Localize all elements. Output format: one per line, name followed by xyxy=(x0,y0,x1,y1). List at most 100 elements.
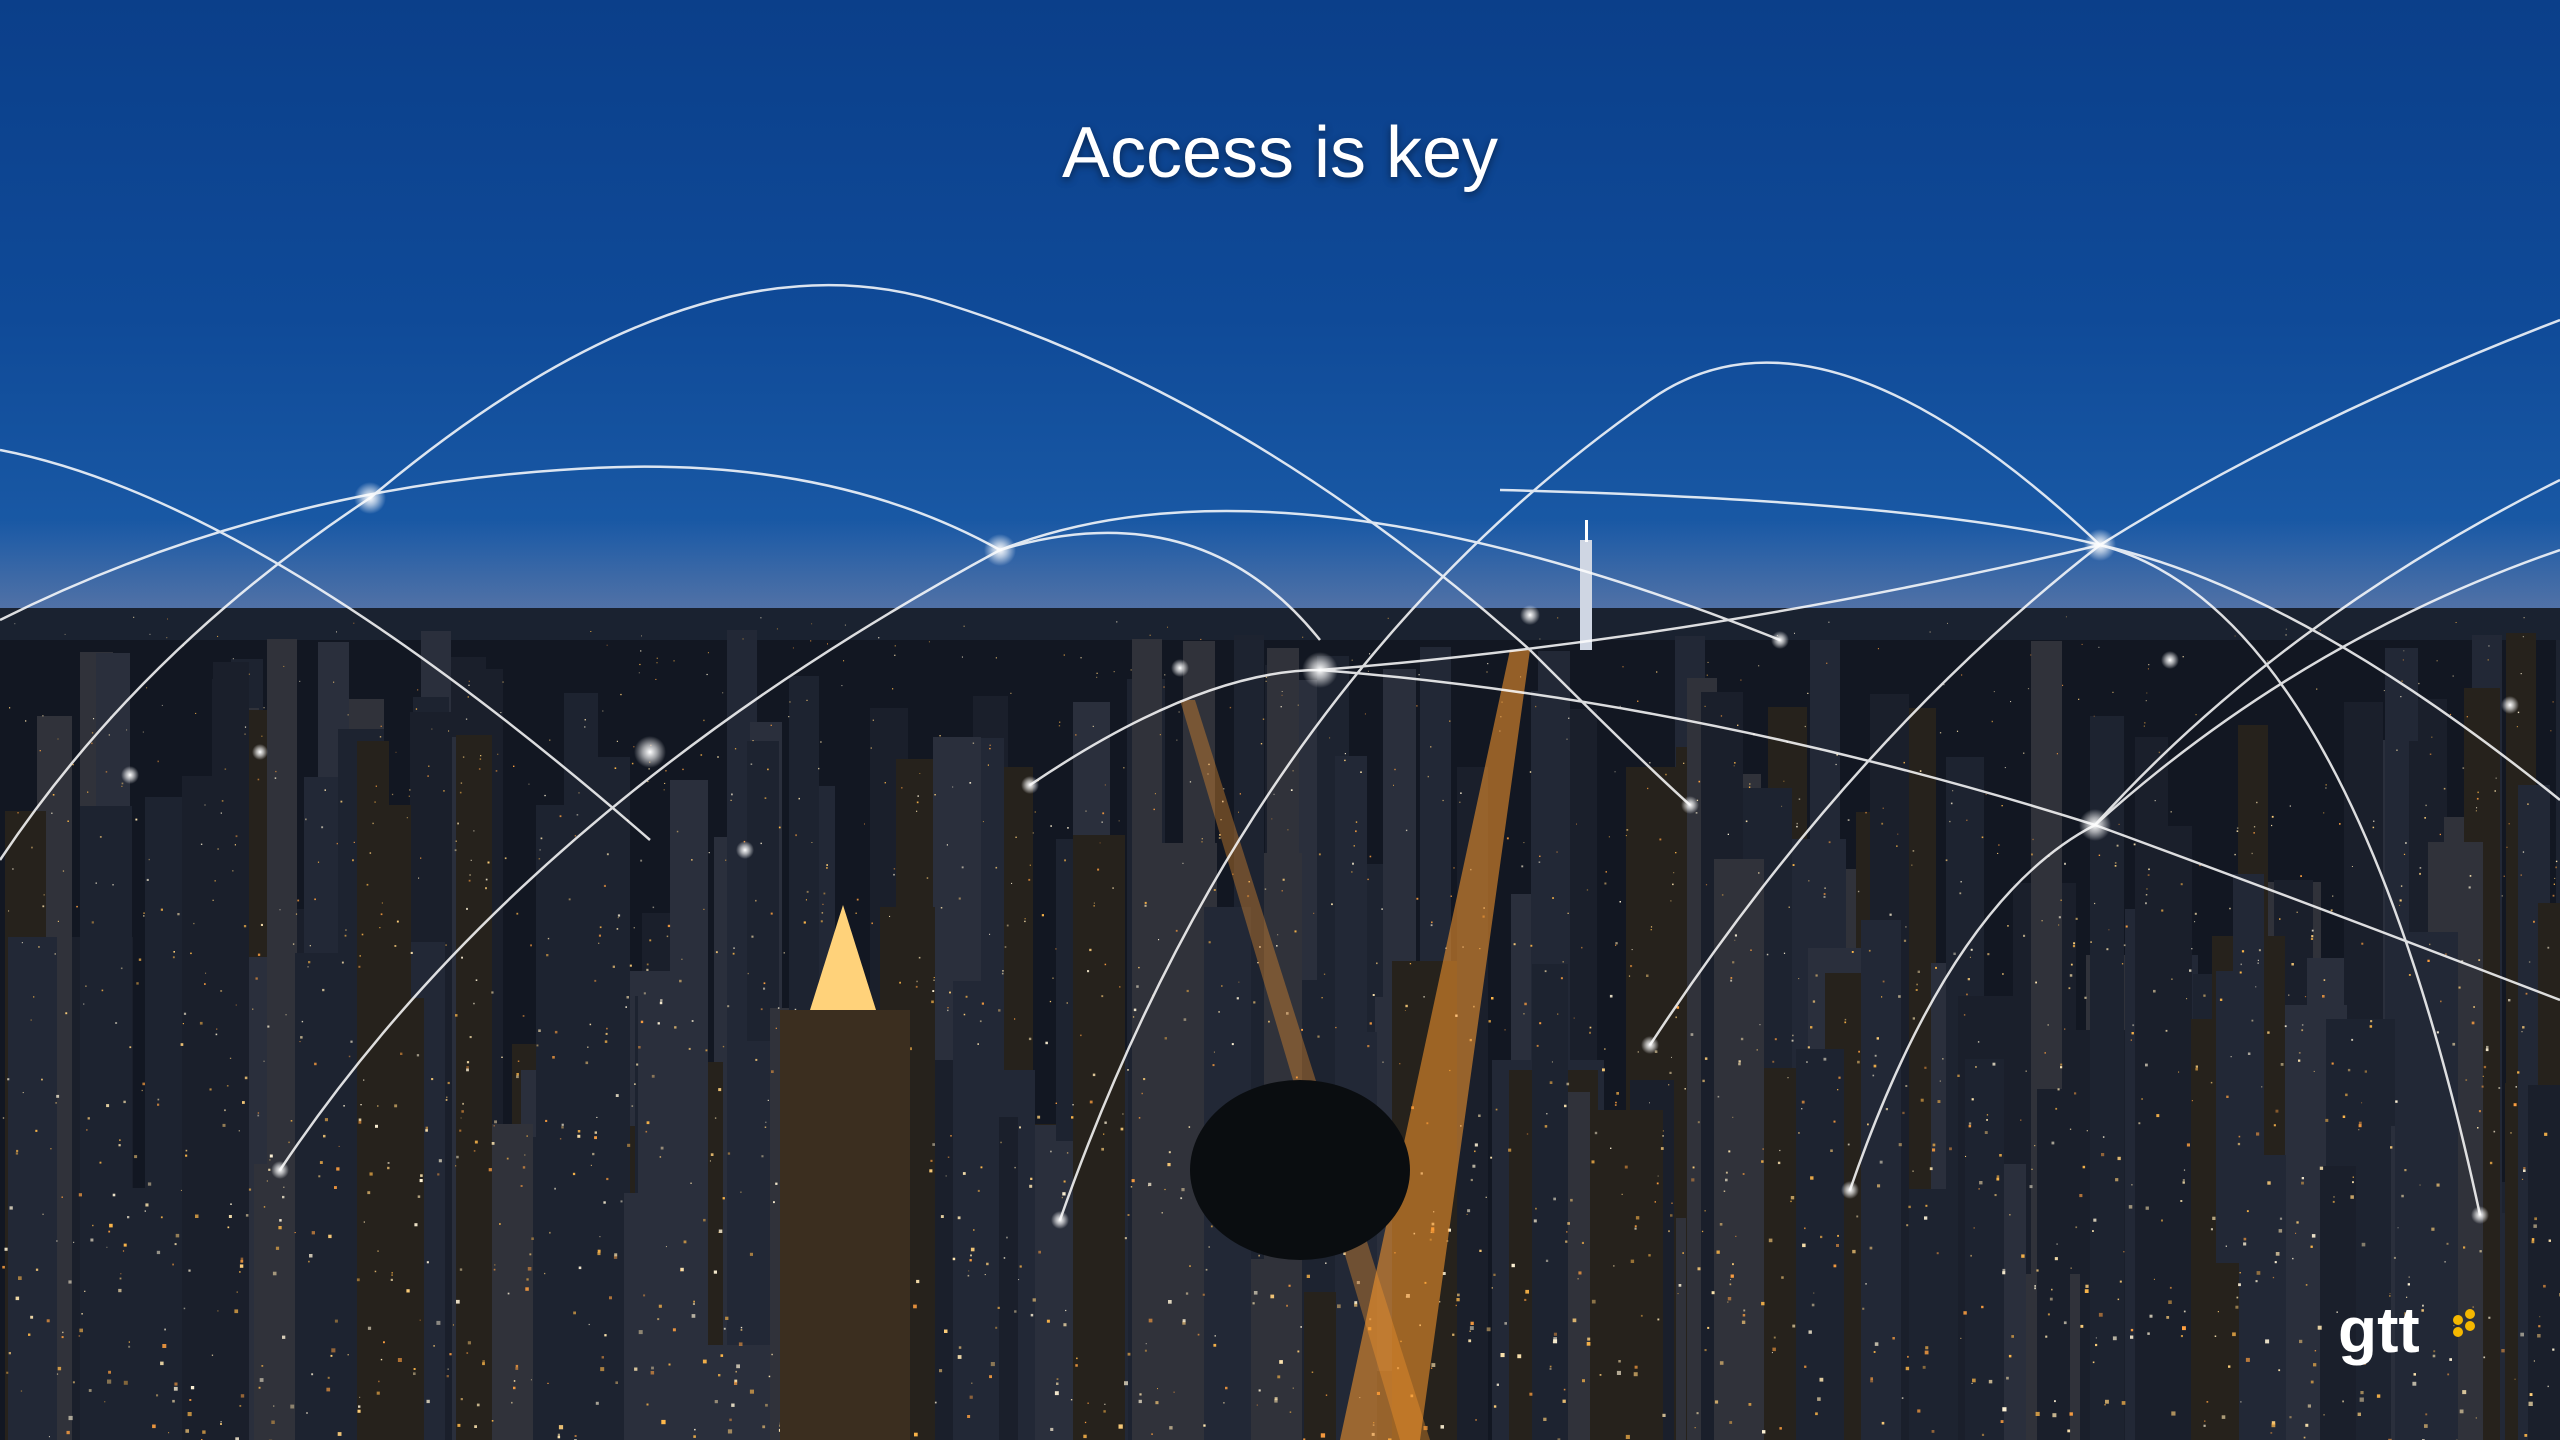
building xyxy=(357,741,389,1440)
city-light xyxy=(230,1203,232,1205)
city-light xyxy=(1971,1098,1974,1101)
city-light xyxy=(1967,978,1970,981)
city-light xyxy=(2008,1354,2012,1358)
city-light xyxy=(612,965,615,968)
city-light xyxy=(482,1362,485,1366)
city-light xyxy=(2462,767,2465,769)
city-light xyxy=(892,688,894,690)
city-light xyxy=(2081,643,2083,645)
city-light xyxy=(1014,1310,1017,1313)
city-light xyxy=(395,751,397,753)
city-light xyxy=(2078,698,2080,700)
city-light xyxy=(1083,1434,1087,1439)
city-light xyxy=(798,797,800,800)
city-light xyxy=(2468,886,2471,889)
city-light xyxy=(1063,1323,1067,1327)
city-light xyxy=(445,1099,448,1101)
slide-title: Access is key xyxy=(1061,113,1499,193)
city-light xyxy=(330,1354,333,1357)
city-light xyxy=(1881,822,1884,825)
city-light xyxy=(1041,914,1044,917)
building xyxy=(456,735,492,1440)
city-light xyxy=(348,1055,351,1058)
city-light xyxy=(1608,836,1610,838)
city-light xyxy=(363,1221,365,1223)
city-light xyxy=(1545,1259,1549,1262)
city-light xyxy=(1836,1244,1839,1247)
city-light xyxy=(727,1152,731,1155)
city-light xyxy=(755,1058,758,1061)
city-light xyxy=(2431,1227,2435,1231)
city-light xyxy=(602,710,604,712)
city-light xyxy=(1274,1399,1278,1403)
city-light xyxy=(380,725,382,727)
city-light xyxy=(1496,1383,1499,1386)
city-light xyxy=(1727,1297,1732,1301)
city-light xyxy=(1318,853,1321,856)
city-light xyxy=(2145,894,2148,896)
city-light xyxy=(133,616,135,618)
city-light xyxy=(2036,1269,2039,1272)
city-light xyxy=(1704,705,1706,707)
city-light xyxy=(2032,838,2034,841)
city-light xyxy=(1455,1304,1457,1307)
city-light xyxy=(605,1032,608,1035)
city-light xyxy=(2452,675,2454,677)
city-light xyxy=(765,1121,767,1123)
city-light xyxy=(1616,1092,1619,1095)
building xyxy=(2528,1085,2560,1440)
city-light xyxy=(214,880,216,882)
city-light xyxy=(2515,1086,2517,1088)
city-light xyxy=(646,963,649,966)
city-light xyxy=(636,1063,639,1066)
city-light xyxy=(2183,1310,2186,1313)
city-light xyxy=(2234,635,2236,637)
city-light xyxy=(1440,1425,1444,1429)
city-light xyxy=(516,1075,519,1079)
city-light xyxy=(1972,1378,1976,1383)
city-light xyxy=(2513,1103,2517,1107)
city-light xyxy=(1801,1108,1803,1110)
city-light xyxy=(2057,1088,2060,1091)
city-light xyxy=(1729,1283,1732,1286)
city-light xyxy=(282,1335,286,1339)
city-light xyxy=(2182,1181,2185,1184)
city-light xyxy=(1337,1304,1341,1309)
city-light xyxy=(2278,1229,2283,1233)
city-light xyxy=(162,1344,167,1348)
city-light xyxy=(2051,1141,2055,1145)
city-light xyxy=(981,1002,984,1005)
city-light xyxy=(417,1195,421,1198)
city-light xyxy=(1200,638,1202,640)
city-light xyxy=(374,801,376,803)
city-light xyxy=(1898,995,1901,998)
city-light xyxy=(2486,1045,2489,1049)
city-light xyxy=(9,1206,13,1210)
city-light xyxy=(437,1173,440,1176)
city-light xyxy=(1925,1204,1928,1207)
city-light xyxy=(1987,953,1990,956)
city-light xyxy=(1431,1363,1436,1367)
city-light xyxy=(540,837,543,840)
city-light xyxy=(729,1418,732,1422)
city-light xyxy=(1182,862,1184,864)
city-light xyxy=(2183,1169,2186,1171)
city-light xyxy=(1991,720,1993,723)
city-light xyxy=(1096,672,1098,674)
city-light xyxy=(473,1002,475,1005)
city-light xyxy=(62,870,65,872)
city-light xyxy=(1325,1394,1328,1396)
city-light xyxy=(2068,987,2071,990)
city-light xyxy=(175,1233,180,1238)
city-light xyxy=(1670,1214,1673,1217)
city-light xyxy=(680,1270,681,1272)
city-light xyxy=(940,907,943,909)
city-light xyxy=(311,1373,314,1376)
city-light xyxy=(1279,1360,1283,1364)
city-light xyxy=(989,933,991,935)
city-light xyxy=(68,1415,73,1421)
city-light xyxy=(979,1020,982,1023)
city-light xyxy=(818,767,820,770)
city-light xyxy=(727,1005,730,1008)
city-light xyxy=(359,955,361,957)
